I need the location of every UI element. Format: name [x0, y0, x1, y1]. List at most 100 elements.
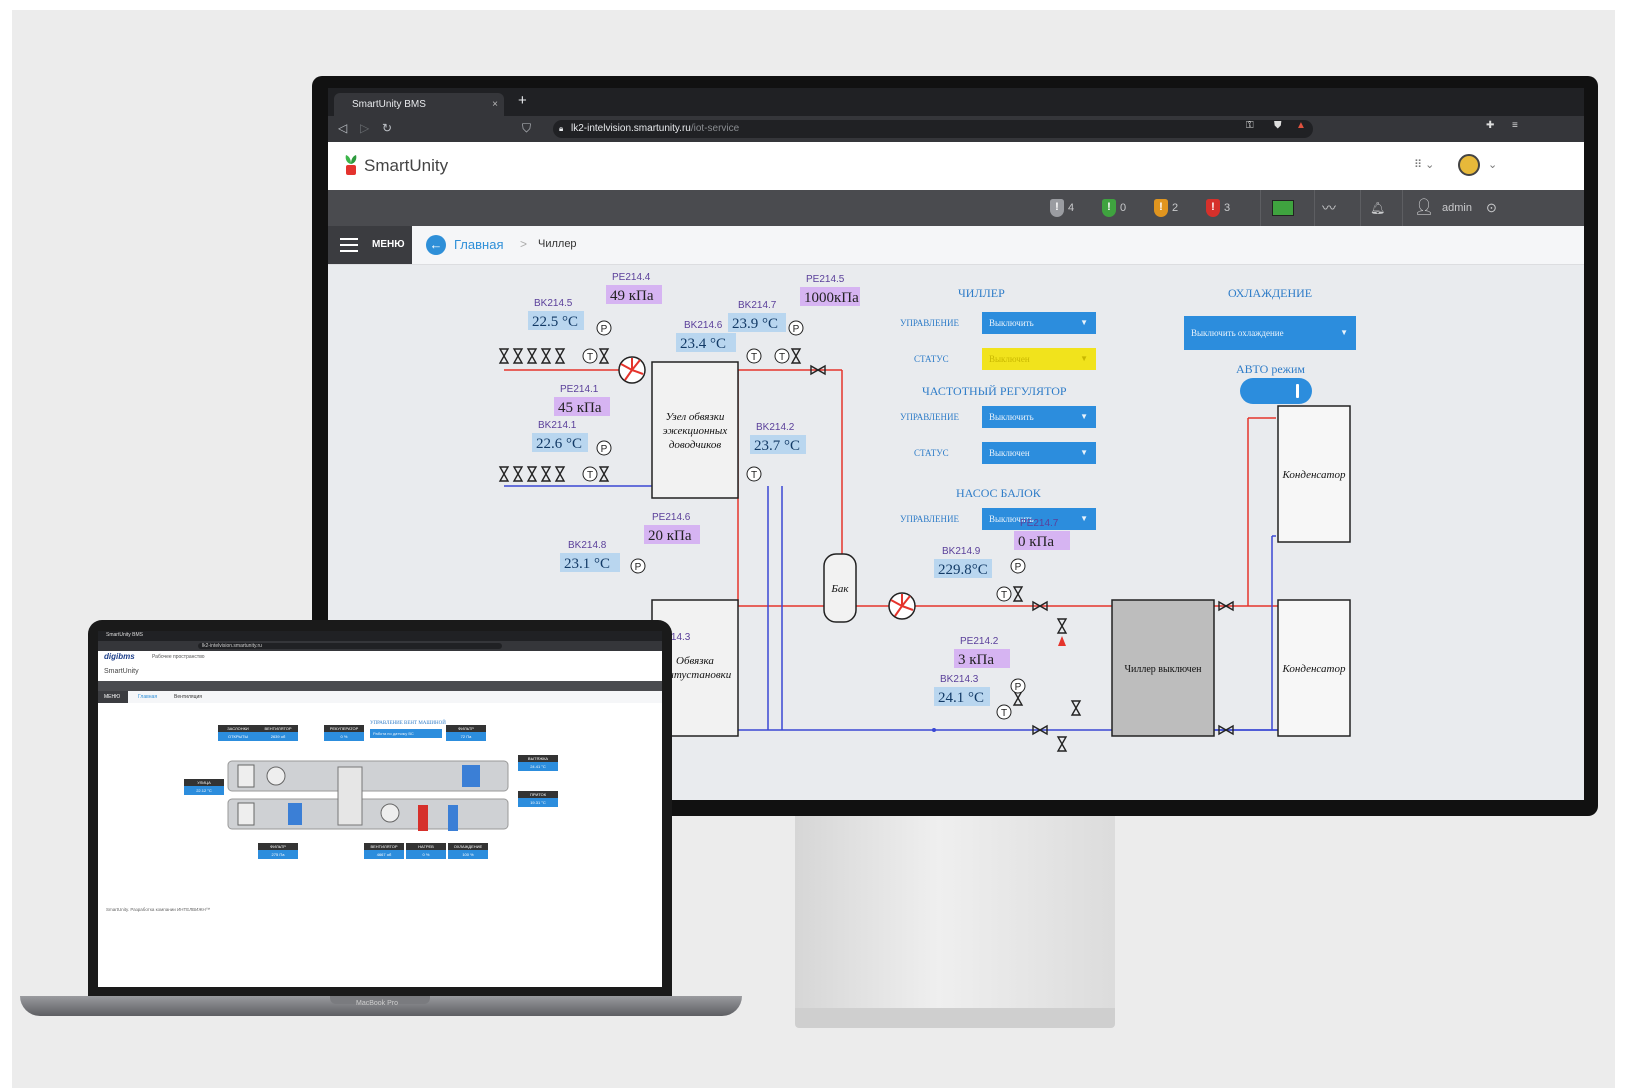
laptop-tile[interactable]: ЗАСЛОНКИ ОТКРЫТЫ [218, 725, 258, 741]
bookmark-icon[interactable]: ⛉ [522, 121, 531, 136]
address-bar[interactable]: 🔒︎ lk2-intelvision.smartunity.ru/iot-ser… [553, 120, 1313, 138]
chevron-down-icon[interactable]: ⌄ [1488, 158, 1497, 171]
browser-tab[interactable]: SmartUnity BMS × [334, 93, 504, 116]
laptop-tile[interactable]: ОХЛАЖДЕНИЕ 100 % [448, 843, 488, 859]
tank-label: Бак [830, 583, 849, 595]
alert-shield-1[interactable]: ! 0 [1102, 198, 1126, 218]
laptop-url[interactable]: lk2-intelvision.smartunity.ru [198, 643, 502, 649]
laptop-tile-value: 275 Па [258, 850, 298, 859]
user-avatar[interactable] [1458, 154, 1480, 176]
sensor-bk214-7[interactable]: BK214.7 23.9 °C [728, 300, 786, 332]
laptop-tile-title: ВЫТЯЖКА [518, 755, 558, 762]
alert-shield-0[interactable]: ! 4 [1050, 198, 1074, 218]
back-arrow-icon[interactable]: ◁ [338, 121, 347, 135]
condenser-top-label: Конденсатор [1282, 469, 1346, 481]
monitor-status-icon[interactable] [1272, 198, 1294, 218]
toolbar-divider [1260, 190, 1261, 226]
sensor-tag: BK214.5 [534, 298, 573, 309]
laptop-tile-title: ВЕНТИЛЯТОР [364, 843, 404, 850]
sensor-pe214-1[interactable]: PE214.1 45 кПа [554, 384, 610, 416]
trend-chart-icon[interactable]: 〰 [1322, 198, 1336, 218]
pressure-value: 3 кПа [958, 652, 994, 668]
laptop-app-logo[interactable]: SmartUnity [104, 668, 139, 675]
apps-grid-icon[interactable]: ⠿ ⌄ [1414, 158, 1434, 171]
svg-text:T: T [587, 352, 593, 363]
pressure-value: 20 кПа [648, 528, 692, 544]
laptop-workspace-label[interactable]: Рабочее пространство [152, 654, 205, 660]
temperature-value: 23.9 °C [732, 316, 778, 332]
laptop-tile[interactable]: ПРИТОК 19.31 °C [518, 791, 558, 807]
junction-dot [932, 728, 936, 732]
laptop-panel-select[interactable]: Работа по датчику ВС [370, 729, 442, 738]
shield-alert-icon: ! [1050, 199, 1064, 218]
alert-count: 3 [1224, 202, 1231, 214]
key-icon[interactable]: ⚿ [1246, 120, 1254, 131]
laptop-tile[interactable]: ВЕНТИЛЯТОР 2639 об [258, 725, 298, 741]
temperature-value: 23.7 °C [754, 438, 800, 454]
new-tab-icon[interactable]: + [518, 92, 527, 109]
breadcrumb-home-link[interactable]: Главная [454, 237, 503, 252]
ejector-node-label-2: эжекционных [663, 425, 728, 437]
monitor-stand-base [795, 1008, 1115, 1028]
app-logo-text[interactable]: SmartUnity [364, 156, 448, 176]
sensor-bk214-8[interactable]: BK214.8 23.1 °C [560, 540, 620, 572]
laptop-tile[interactable]: ВЫТЯЖКА 24.41 °C [518, 755, 558, 771]
chevron-circle-icon[interactable]: ⊙ [1486, 198, 1497, 218]
extensions-icon[interactable]: ✚ [1486, 120, 1494, 131]
alert-shield-3[interactable]: ! 3 [1206, 198, 1230, 218]
sensor-bk214-5[interactable]: BK214.5 22.5 °C [528, 298, 584, 330]
browser-menu-icon[interactable]: ≡ [1512, 120, 1518, 131]
laptop-menu-button[interactable]: МЕНЮ [98, 691, 128, 703]
laptop-tab-title[interactable]: SmartUnity BMS [106, 632, 143, 638]
sensor-bk214-2[interactable]: BK214.2 23.7 °C [750, 422, 806, 454]
pressure-value: 0 кПа [1018, 534, 1054, 550]
laptop-app-header: SmartUnity [98, 665, 662, 682]
menu-button[interactable]: МЕНЮ [328, 226, 412, 264]
laptop-tile[interactable]: ФИЛЬТР 275 Па [258, 843, 298, 859]
laptop-tile[interactable]: НАГРЕВ 0 % [406, 843, 446, 859]
laptop-breadcrumb-bar: МЕНЮ Главная Вентиляция [98, 691, 662, 703]
laptop-tile-value: 24.41 °C [518, 762, 558, 771]
back-arrow-icon[interactable]: ← [426, 235, 446, 255]
sensor-pe214-2[interactable]: PE214.2 3 кПа [954, 636, 1010, 668]
sensor-bk214-6[interactable]: BK214.6 23.4 °C [676, 320, 736, 352]
laptop-tile-value: 22.12 °C [184, 786, 224, 795]
shield-alert-icon: ! [1102, 199, 1116, 218]
digibms-logo[interactable]: digibms [104, 652, 135, 661]
sensor-pe214-5[interactable]: PE214.5 1000кПа [800, 274, 860, 306]
close-icon[interactable]: × [492, 93, 498, 116]
sensor-bk214-1[interactable]: BK214.1 22.6 °C [532, 420, 588, 452]
warning-extension-icon[interactable]: ▲ [1296, 120, 1306, 131]
sensor-tag: PE214.2 [960, 636, 999, 647]
username-label[interactable]: admin [1442, 198, 1472, 218]
svg-text:P: P [1015, 682, 1022, 693]
bell-icon[interactable]: 🔔︎ [1370, 198, 1385, 218]
sensor-pe214-6[interactable]: PE214.6 20 кПа [644, 512, 700, 544]
laptop-tile[interactable]: РЕКУПЕРАТОР 0 % [324, 725, 364, 741]
laptop-tile[interactable]: ВЕНТИЛЯТОР 4667 об [364, 843, 404, 859]
sensor-tag: PE214.4 [612, 272, 651, 283]
shield-extension-icon[interactable]: ⛊ [1274, 120, 1282, 131]
sensor-tag: BK214.7 [738, 300, 777, 311]
sensor-bk214-9[interactable]: BK214.9 229.8°C [934, 546, 992, 578]
user-icon[interactable]: 👤︎ [1414, 198, 1434, 218]
reload-icon[interactable]: ↻ [382, 121, 392, 135]
sensor-tag: BK214.8 [568, 540, 607, 551]
laptop-tile-value: 19.31 °C [518, 798, 558, 807]
laptop-tile[interactable]: УЛИЦА 22.12 °C [184, 779, 224, 795]
laptop-breadcrumb-home[interactable]: Главная [138, 694, 157, 700]
breadcrumb-separator: > [520, 237, 528, 251]
condenser-bottom-label: Конденсатор [1282, 663, 1346, 675]
pressure-value: 49 кПа [610, 288, 654, 304]
svg-text:P: P [601, 324, 608, 335]
svg-text:P: P [601, 444, 608, 455]
ejector-node-label-3: доводчиков [669, 439, 722, 451]
laptop-tile[interactable]: ФИЛЬТР 72 Па [446, 725, 486, 741]
sensor-pe214-4[interactable]: PE214.4 49 кПа [606, 272, 662, 304]
svg-text:T: T [751, 470, 757, 481]
alert-count: 0 [1120, 202, 1127, 214]
alert-shield-2[interactable]: ! 2 [1154, 198, 1178, 218]
sensor-pe214-7[interactable]: PE214.7 0 кПа [1014, 518, 1070, 550]
forward-arrow-icon[interactable]: ▷ [360, 121, 369, 135]
sensor-bk214-3[interactable]: BK214.3 24.1 °C [934, 674, 990, 706]
